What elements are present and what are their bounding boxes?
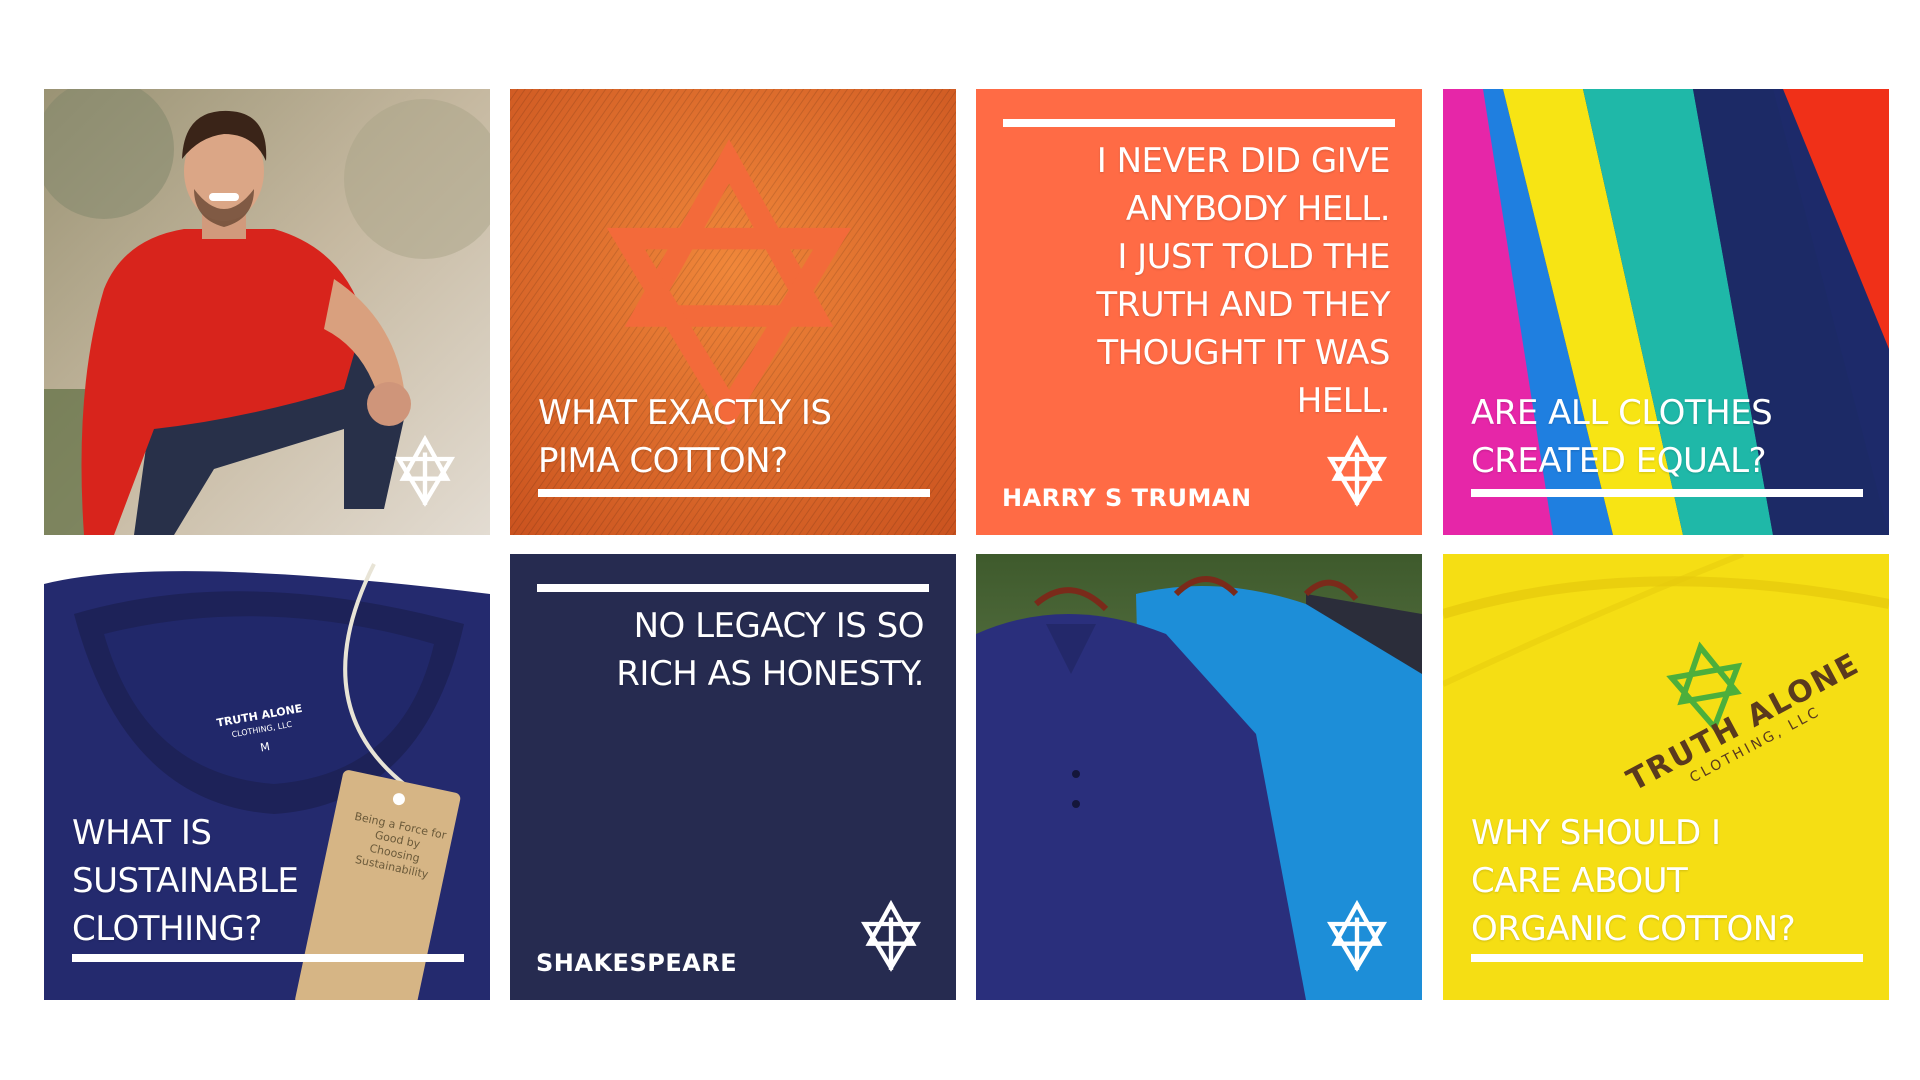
tile-pima-cotton: WHAT EXACTLY IS PIMA COTTON? (510, 89, 956, 535)
tile-sustainable: TRUTH ALONE CLOTHING, LLC M Being a Forc… (44, 554, 490, 1000)
caption-line: WHAT IS (72, 813, 212, 853)
caption-line: SUSTAINABLE (72, 861, 299, 901)
quote-top-rule (1003, 119, 1395, 127)
sustainable-caption: WHAT IS SUSTAINABLE CLOTHING? (72, 809, 299, 953)
caption-line: PIMA COTTON? (538, 441, 788, 481)
truman-quote-text: I NEVER DID GIVE ANYBODY HELL. I JUST TO… (1096, 137, 1390, 425)
quote-line: I NEVER DID GIVE (1096, 141, 1391, 181)
quote-attribution: HARRY S TRUMAN (1002, 484, 1252, 512)
quote-top-rule (537, 584, 929, 592)
shakespeare-quote-text: NO LEGACY IS SO RICH AS HONESTY. (616, 602, 924, 698)
caption-line: WHAT EXACTLY IS (538, 393, 832, 433)
caption-line: ORGANIC COTTON? (1471, 909, 1796, 949)
truth-alone-logo-icon (392, 435, 458, 507)
pima-caption: WHAT EXACTLY IS PIMA COTTON? (538, 389, 832, 485)
caption-underline (72, 954, 464, 962)
quote-attribution: SHAKESPEARE (536, 949, 738, 977)
caption-underline (538, 489, 930, 497)
tile-polos (976, 554, 1422, 1000)
equal-caption: ARE ALL CLOTHES CREATED EQUAL? (1471, 389, 1773, 485)
tile-equal-clothes: ARE ALL CLOTHES CREATED EQUAL? (1443, 89, 1889, 535)
caption-line: WHY SHOULD I (1471, 813, 1721, 853)
tile-organic-cotton: TRUTH ALONE CLOTHING, LLC WHY SHOULD I C… (1443, 554, 1889, 1000)
caption-underline (1471, 954, 1863, 962)
tile-model-photo (44, 89, 490, 535)
organic-caption: WHY SHOULD I CARE ABOUT ORGANIC COTTON? (1471, 809, 1796, 953)
tile-truman-quote: I NEVER DID GIVE ANYBODY HELL. I JUST TO… (976, 89, 1422, 535)
quote-line: HELL. (1296, 381, 1391, 421)
quote-line: I JUST TOLD THE (1117, 237, 1390, 277)
quote-line: RICH AS HONESTY. (616, 654, 924, 694)
quote-line: NO LEGACY IS SO (633, 606, 925, 646)
quote-line: ANYBODY HELL. (1125, 189, 1391, 229)
tile-shakespeare-quote: NO LEGACY IS SO RICH AS HONESTY. SHAKESP… (510, 554, 956, 1000)
truth-alone-logo-icon (1324, 900, 1390, 972)
quote-line: TRUTH AND THEY (1096, 285, 1390, 325)
caption-line: ARE ALL CLOTHES (1471, 393, 1773, 433)
quote-line: THOUGHT IT WAS (1097, 333, 1390, 373)
caption-line: CLOTHING? (72, 909, 262, 949)
caption-line: CARE ABOUT (1471, 861, 1688, 901)
caption-underline (1471, 489, 1863, 497)
truth-alone-logo-icon (858, 900, 924, 972)
truth-alone-logo-icon (1324, 435, 1390, 507)
caption-line: CREATED EQUAL? (1471, 441, 1767, 481)
